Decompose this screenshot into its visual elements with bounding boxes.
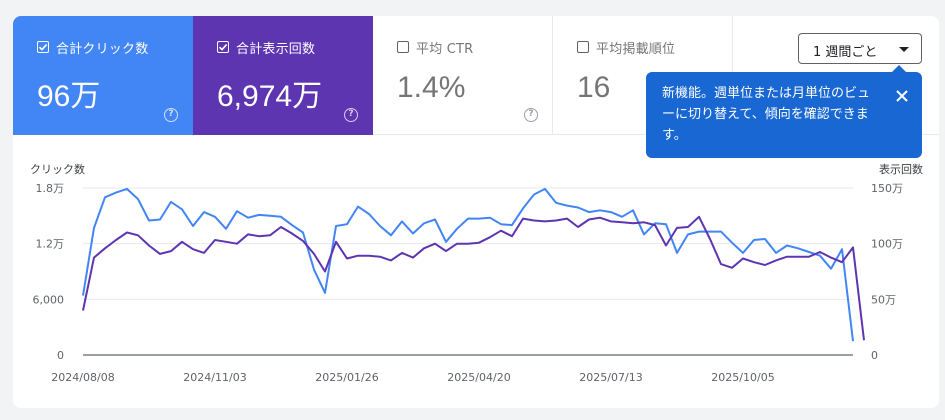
impressions-series-line xyxy=(82,215,865,341)
left-tick-label: 6,000 xyxy=(33,293,65,306)
x-tick-label: 2024/11/03 xyxy=(183,371,246,384)
close-icon[interactable] xyxy=(894,88,910,104)
performance-card: 合計クリック数 96万 ? 合計表示回数 6,974万 ? 平均 CTR 1.4… xyxy=(13,16,939,408)
right-tick-label: 100万 xyxy=(871,238,903,251)
left-tick-label: 1.8万 xyxy=(36,182,65,195)
right-tick-label: 0 xyxy=(871,349,878,362)
right-tick-label: 50万 xyxy=(871,293,896,306)
x-tick-label: 2025/10/05 xyxy=(711,371,774,384)
x-tick-label: 2025/07/13 xyxy=(579,371,642,384)
right-axis-title: 表示回数 xyxy=(879,162,923,176)
x-tick-label: 2025/01/26 xyxy=(315,371,378,384)
left-tick-label: 1.2万 xyxy=(36,238,65,251)
left-tick-label: 0 xyxy=(57,349,64,362)
right-tick-label: 150万 xyxy=(871,182,903,195)
tooltip-arrow xyxy=(892,65,906,72)
x-tick-label: 2025/04/20 xyxy=(447,371,510,384)
clicks-series-line xyxy=(82,187,854,342)
new-feature-tooltip: 新機能。週単位または月単位のビューに切り替えて、傾向を確認できます。 xyxy=(646,65,922,158)
left-axis-title: クリック数 xyxy=(30,163,85,176)
tooltip-text: 新機能。週単位または月単位のビューに切り替えて、傾向を確認できます。 xyxy=(662,86,871,143)
x-tick-label: 2024/08/08 xyxy=(51,371,114,384)
